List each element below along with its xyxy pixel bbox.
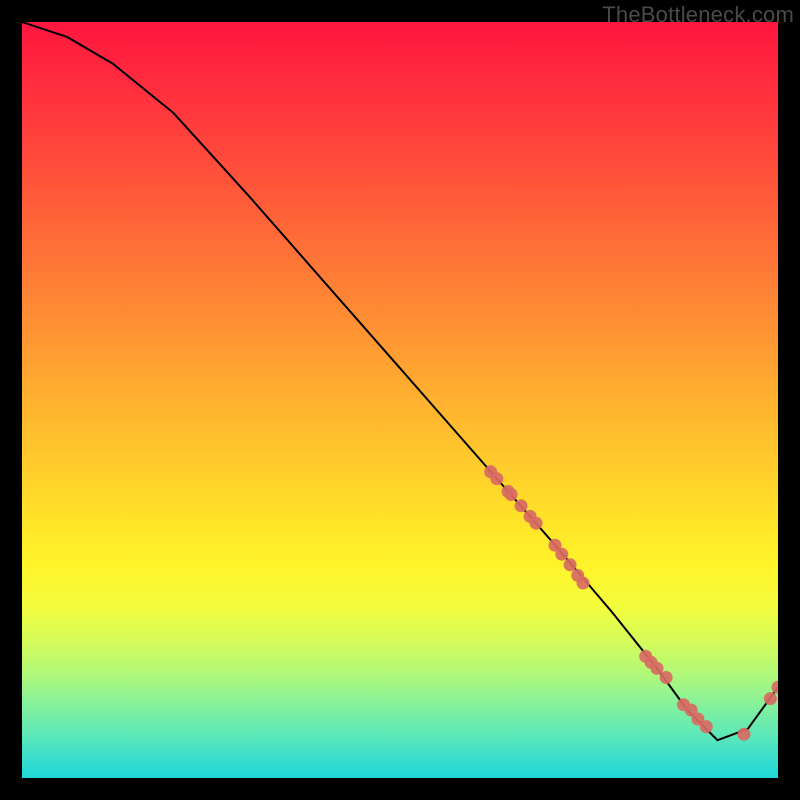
data-marker (515, 499, 528, 512)
data-marker (505, 488, 518, 501)
data-marker (700, 720, 713, 733)
data-marker (738, 728, 751, 741)
data-marker (577, 577, 590, 590)
watermark-text: TheBottleneck.com (602, 2, 794, 28)
data-marker (660, 671, 673, 684)
curve-line (22, 22, 778, 740)
data-marker (530, 517, 543, 530)
data-marker (555, 548, 568, 561)
chart-svg (22, 22, 778, 778)
data-marker (772, 681, 779, 694)
data-marker (490, 472, 503, 485)
plot-area (22, 22, 778, 778)
data-marker (764, 692, 777, 705)
data-marker (564, 558, 577, 571)
